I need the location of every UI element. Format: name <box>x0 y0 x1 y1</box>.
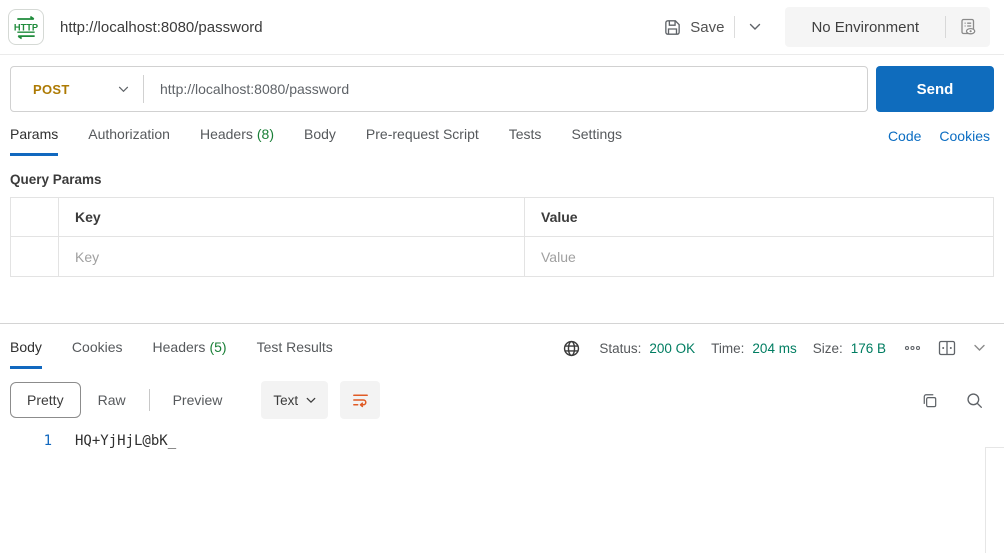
raw-view-button[interactable]: Raw <box>81 382 143 418</box>
key-input[interactable]: Key <box>59 237 525 276</box>
request-response-divider[interactable] <box>0 323 1004 324</box>
code-line: 1 HQ+YjHjL@bK_ <box>0 433 1004 449</box>
headers-count-badge: (8) <box>257 126 274 142</box>
status-value: 200 OK <box>649 341 695 356</box>
size-value: 176 B <box>851 341 886 356</box>
save-options-chevron-icon[interactable] <box>735 15 775 39</box>
size-label: Size: <box>813 341 843 356</box>
tab-body[interactable]: Body <box>304 126 336 156</box>
response-body-editor[interactable]: 1 HQ+YjHjL@bK_ <box>0 433 1004 543</box>
request-bar: POST Send <box>10 66 994 112</box>
editor-scrollbar[interactable] <box>985 447 986 553</box>
send-button[interactable]: Send <box>876 66 994 112</box>
copy-icon[interactable] <box>920 391 939 410</box>
tab-tests[interactable]: Tests <box>509 126 542 156</box>
line-number: 1 <box>0 433 52 449</box>
key-column-header: Key <box>59 198 525 237</box>
cookies-link[interactable]: Cookies <box>939 128 990 144</box>
collapse-response-chevron-icon[interactable] <box>969 342 990 354</box>
response-body-text: HQ+YjHjL@bK_ <box>75 433 176 449</box>
format-selector[interactable]: Text <box>261 381 328 419</box>
query-params-title: Query Params <box>10 172 1004 187</box>
time-value: 204 ms <box>752 341 796 356</box>
chevron-down-icon <box>118 86 129 93</box>
globe-icon <box>562 339 581 358</box>
tab-params[interactable]: Params <box>10 126 58 156</box>
tab-authorization[interactable]: Authorization <box>88 126 170 156</box>
time-label: Time: <box>711 341 744 356</box>
divider <box>149 389 150 411</box>
url-input[interactable] <box>144 81 867 97</box>
http-logo-icon: HTTP <box>8 9 44 45</box>
tab-headers[interactable]: Headers(8) <box>200 126 274 156</box>
url-box: POST <box>10 66 868 112</box>
panel-layout-icon[interactable] <box>933 336 961 360</box>
request-tabs: Params Authorization Headers(8) Body Pre… <box>10 126 990 156</box>
wrap-text-icon[interactable] <box>340 381 380 419</box>
status-label: Status: <box>599 341 641 356</box>
response-tab-test-results[interactable]: Test Results <box>257 339 333 369</box>
save-label: Save <box>690 19 724 36</box>
select-column-header <box>11 198 59 237</box>
preview-view-button[interactable]: Preview <box>156 382 240 418</box>
response-tab-cookies[interactable]: Cookies <box>72 339 123 369</box>
tab-settings[interactable]: Settings <box>571 126 622 156</box>
search-icon[interactable] <box>965 391 984 410</box>
response-tabs-row: Body Cookies Headers(5) Test Results Sta… <box>10 336 990 371</box>
environment-quick-look-icon[interactable] <box>946 7 990 47</box>
response-meta: Status: 200 OK Time: 204 ms Size: 176 B <box>562 336 990 371</box>
row-select-cell[interactable] <box>11 237 59 276</box>
more-options-icon[interactable] <box>900 343 925 353</box>
response-headers-count-badge: (5) <box>209 339 226 355</box>
response-tab-headers[interactable]: Headers(5) <box>153 339 227 369</box>
format-label: Text <box>273 393 298 408</box>
editor-scrollbar-cap <box>985 447 1004 448</box>
svg-text:HTTP: HTTP <box>14 22 38 32</box>
value-column-header: Value <box>525 198 993 237</box>
method-selector[interactable]: POST <box>11 82 143 97</box>
tab-pre-request-script[interactable]: Pre-request Script <box>366 126 479 156</box>
save-button[interactable]: Save <box>653 12 734 43</box>
environment-selector[interactable]: No Environment <box>785 7 945 47</box>
code-link[interactable]: Code <box>888 128 921 144</box>
environment-box: No Environment <box>785 7 990 47</box>
value-input[interactable]: Value <box>525 237 993 276</box>
pretty-view-button[interactable]: Pretty <box>10 382 81 418</box>
chevron-down-icon <box>306 397 316 404</box>
page-title: http://localhost:8080/password <box>60 19 263 36</box>
header: HTTP http://localhost:8080/password Save… <box>0 0 1004 55</box>
method-label: POST <box>33 82 70 97</box>
save-icon <box>663 18 682 37</box>
response-toolbar: Pretty Raw Preview Text <box>10 379 990 421</box>
query-params-table: Key Value Key Value <box>10 197 994 277</box>
response-tab-body[interactable]: Body <box>10 339 42 369</box>
